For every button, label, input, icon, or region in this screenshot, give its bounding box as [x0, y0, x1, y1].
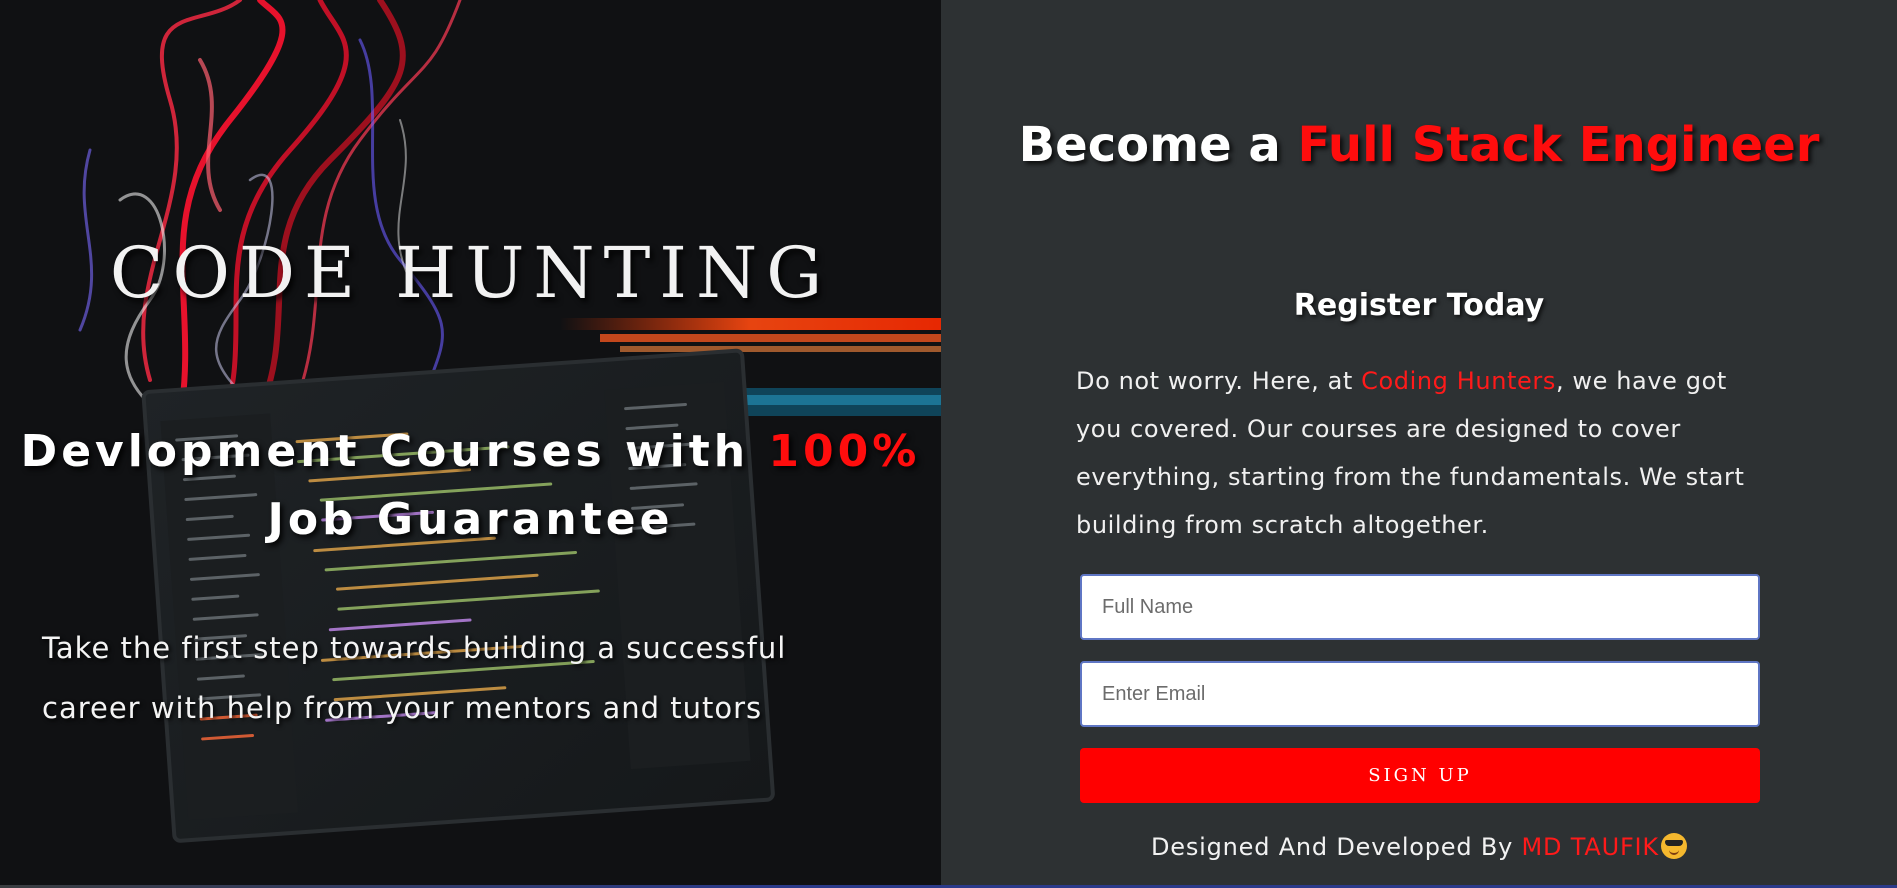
signup-panel: Become a Full Stack Engineer Register To…	[941, 0, 1897, 885]
headline-accent: Full Stack Engineer	[1297, 117, 1820, 173]
footer-text: Designed And Developed By	[1151, 833, 1514, 861]
brand-title: CODE HUNTING	[109, 232, 832, 314]
tagline-text: Devlopment Courses with	[20, 426, 750, 477]
tagline-accent: 100%	[768, 426, 921, 477]
email-input[interactable]	[1080, 661, 1760, 727]
full-name-input[interactable]	[1080, 574, 1760, 640]
intro-paragraph: Do not worry. Here, at Coding Hunters, w…	[1076, 357, 1776, 549]
intro-brand-link: Coding Hunters	[1361, 367, 1556, 395]
footer-credit: Designed And Developed By MD TAUFIK	[941, 833, 1897, 861]
register-heading: Register Today	[1293, 288, 1545, 323]
panel-headline: Become a Full Stack Engineer	[941, 106, 1897, 184]
hero-section: CODE HUNTING Devlopment Courses with 100…	[0, 0, 941, 885]
footer-author: MD TAUFIK	[1521, 833, 1659, 861]
tagline-tail: Job Guarantee	[267, 494, 674, 545]
signup-button[interactable]: SIGN UP	[1080, 748, 1760, 803]
intro-text-start: Do not worry. Here, at	[1076, 367, 1353, 395]
headline-prefix: Become a	[1018, 117, 1281, 173]
smiling-face-with-sunglasses-icon	[1660, 833, 1687, 859]
hero-subtitle: Take the first step towards building a s…	[42, 631, 787, 725]
page: CODE HUNTING Devlopment Courses with 100…	[0, 0, 1897, 888]
hero-content: CODE HUNTING Devlopment Courses with 100…	[0, 0, 941, 885]
hero-tagline: Devlopment Courses with 100% Job Guarante…	[0, 418, 941, 554]
